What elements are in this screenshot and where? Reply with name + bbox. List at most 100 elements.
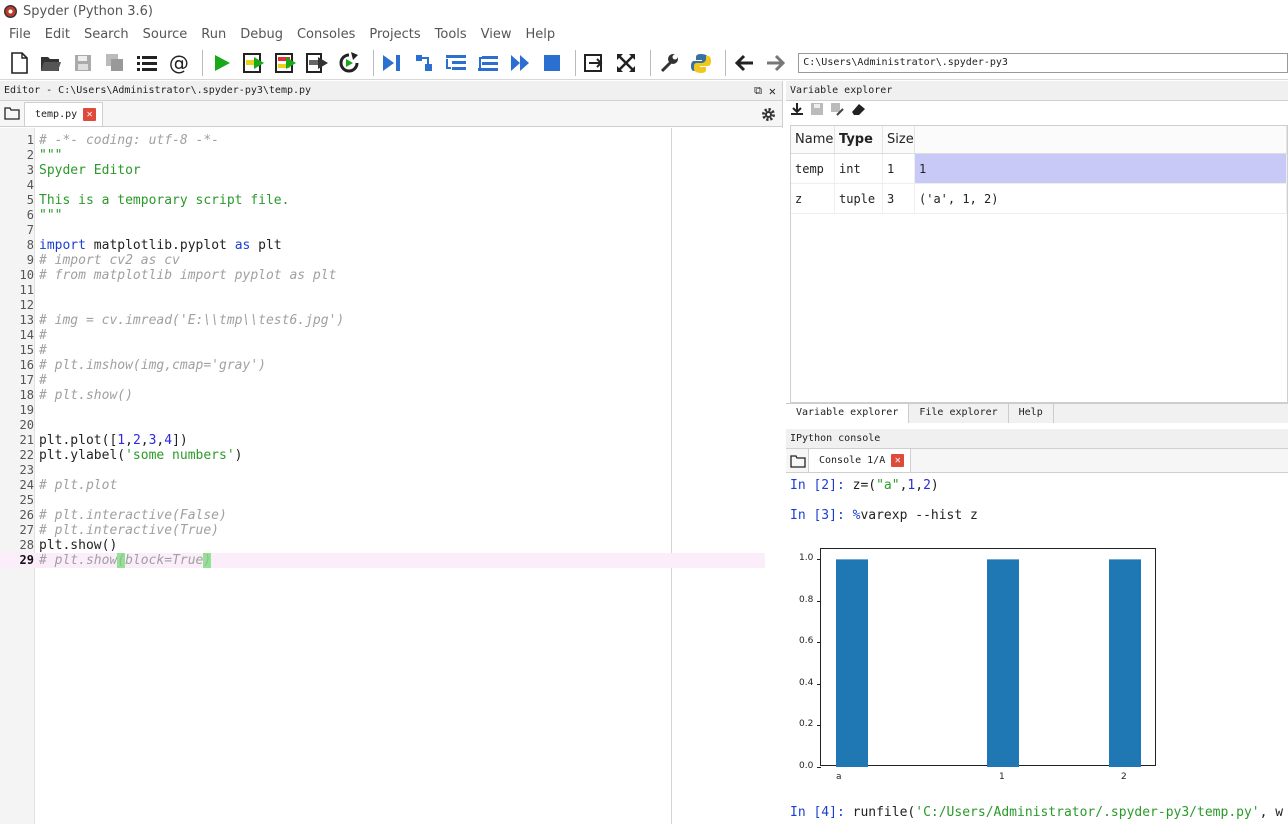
code-editor[interactable]: 1 # -*- coding: utf-8 -*- 2 """ 3 Spyder Edit… — [0, 128, 783, 824]
menu-search[interactable]: Search — [77, 27, 136, 42]
code-line[interactable]: 21 plt.plot([1,2,3,4]) — [0, 433, 765, 448]
x-tick-label: 1 — [999, 772, 1005, 782]
save-all-icon[interactable] — [102, 49, 129, 77]
line-number: 18 — [19, 388, 34, 402]
tab-help[interactable]: Help — [1009, 404, 1054, 423]
code-line[interactable]: 22 plt.ylabel('some numbers') — [0, 448, 765, 463]
open-folder-icon[interactable] — [38, 49, 65, 77]
code-line[interactable]: 12 — [0, 298, 765, 313]
code-line[interactable]: 19 — [0, 403, 765, 418]
list-icon[interactable] — [134, 49, 161, 77]
stop-icon[interactable] — [538, 49, 565, 77]
var-value[interactable]: 1 — [915, 154, 1287, 183]
code-line[interactable]: 13 # img = cv.imread('E:\\tmp\\test6.jpg'… — [0, 313, 765, 328]
code-line[interactable]: 23 — [0, 463, 765, 478]
tab-variable-explorer[interactable]: Variable explorer — [786, 404, 910, 423]
tab-file-explorer[interactable]: File explorer — [909, 404, 1009, 423]
menu-consoles[interactable]: Consoles — [290, 27, 362, 42]
code-line[interactable]: 1 # -*- coding: utf-8 -*- — [0, 133, 765, 148]
step-icon[interactable] — [411, 49, 438, 77]
menu-tools[interactable]: Tools — [428, 27, 474, 42]
python-path-icon[interactable] — [688, 49, 715, 77]
code-line[interactable]: 24 # plt.plot — [0, 478, 765, 493]
continue-icon[interactable] — [506, 49, 533, 77]
code-line[interactable]: 15 # — [0, 343, 765, 358]
menu-edit[interactable]: Edit — [38, 27, 77, 42]
variable-explorer-title-label: Variable explorer — [790, 85, 893, 96]
save-data-as-icon[interactable] — [830, 102, 844, 120]
save-data-icon[interactable] — [810, 102, 824, 120]
tab-console-1a[interactable]: Console 1/A ✕ — [808, 448, 912, 472]
code-text: # -*- coding: utf-8 -*- — [39, 133, 220, 148]
table-row[interactable]: temp int 1 1 — [791, 154, 1287, 184]
save-icon[interactable] — [70, 49, 97, 77]
code-line[interactable]: 26 # plt.interactive(False) — [0, 508, 765, 523]
console-code: runfile('C:/Users/Administrator/.spyder-… — [844, 805, 1284, 820]
menu-debug[interactable]: Debug — [233, 27, 290, 42]
menu-source[interactable]: Source — [136, 27, 195, 42]
remove-all-eraser-icon[interactable] — [850, 102, 866, 120]
title-bar: Spyder (Python 3.6) — [0, 0, 1288, 22]
tab-temp-py[interactable]: temp.py ✕ — [24, 102, 104, 126]
code-line[interactable]: 8 import matplotlib.pyplot as plt — [0, 238, 765, 253]
close-tab-icon[interactable]: ✕ — [891, 454, 905, 467]
toolbar-separator — [202, 49, 204, 76]
maximize-pane-icon[interactable] — [581, 49, 608, 77]
menu-help[interactable]: Help — [519, 27, 563, 42]
y-tick-mark — [817, 767, 821, 768]
code-line[interactable]: 20 — [0, 418, 765, 433]
editor-options-gear-icon[interactable] — [761, 107, 776, 126]
code-line[interactable]: 10 # from matplotlib import pyplot as plt — [0, 268, 765, 283]
rerun-icon[interactable] — [336, 49, 363, 77]
menu-run[interactable]: Run — [194, 27, 233, 42]
close-pane-icon[interactable]: ✕ — [769, 81, 776, 101]
line-number: 6 — [26, 208, 34, 222]
undock-icon[interactable]: ⧉ — [754, 81, 762, 101]
new-file-icon[interactable] — [6, 49, 33, 77]
code-line[interactable]: 9 # import cv2 as cv — [0, 253, 765, 268]
close-tab-icon[interactable]: ✕ — [83, 108, 97, 121]
run-selection-icon[interactable] — [304, 49, 331, 77]
code-line[interactable]: 27 # plt.interactive(True) — [0, 523, 765, 538]
histogram-bar — [1109, 559, 1141, 767]
browse-tabs-folder-icon[interactable] — [4, 106, 20, 124]
import-data-icon[interactable] — [790, 102, 804, 120]
code-line[interactable]: 11 — [0, 283, 765, 298]
step-return-icon[interactable] — [474, 49, 501, 77]
line-number: 25 — [19, 493, 34, 507]
debug-icon[interactable] — [379, 49, 406, 77]
back-arrow-icon[interactable] — [730, 49, 757, 77]
code-line[interactable]: 17 # — [0, 373, 765, 388]
step-into-icon[interactable] — [442, 49, 469, 77]
column-value[interactable] — [915, 126, 1287, 153]
run-icon[interactable] — [208, 49, 235, 77]
code-line[interactable]: 29 # plt.show(block=True) — [0, 553, 765, 568]
code-line[interactable]: 2 """ — [0, 148, 765, 163]
code-line[interactable]: 7 — [0, 223, 765, 238]
var-value[interactable]: ('a', 1, 2) — [915, 184, 1287, 213]
code-line[interactable]: 16 # plt.imshow(img,cmap='gray') — [0, 358, 765, 373]
browse-tabs-folder-icon[interactable] — [790, 454, 806, 472]
code-line[interactable]: 5 This is a temporary script file. — [0, 193, 765, 208]
preferences-wrench-icon[interactable] — [656, 49, 683, 77]
run-cell-advance-icon[interactable] — [272, 49, 299, 77]
menu-projects[interactable]: Projects — [362, 27, 427, 42]
working-directory-input[interactable]: C:\Users\Administrator\.spyder-py3 — [798, 52, 1288, 73]
run-cell-icon[interactable] — [240, 49, 267, 77]
fullscreen-icon[interactable] — [613, 49, 640, 77]
code-line[interactable]: 4 — [0, 178, 765, 193]
at-sign-icon[interactable]: @ — [165, 49, 192, 77]
code-line[interactable]: 14 # — [0, 328, 765, 343]
forward-arrow-icon[interactable] — [762, 49, 789, 77]
column-name[interactable]: Name — [791, 126, 835, 153]
code-line[interactable]: 6 """ — [0, 208, 765, 223]
menu-file[interactable]: File — [2, 27, 38, 42]
code-line[interactable]: 3 Spyder Editor — [0, 163, 765, 178]
code-line[interactable]: 18 # plt.show() — [0, 388, 765, 403]
table-row[interactable]: z tuple 3 ('a', 1, 2) — [791, 184, 1287, 214]
column-size[interactable]: Size — [883, 126, 915, 153]
code-line[interactable]: 28 plt.show() — [0, 538, 765, 553]
column-type[interactable]: Type — [835, 126, 883, 153]
menu-view[interactable]: View — [474, 27, 519, 42]
code-line[interactable]: 25 — [0, 493, 765, 508]
